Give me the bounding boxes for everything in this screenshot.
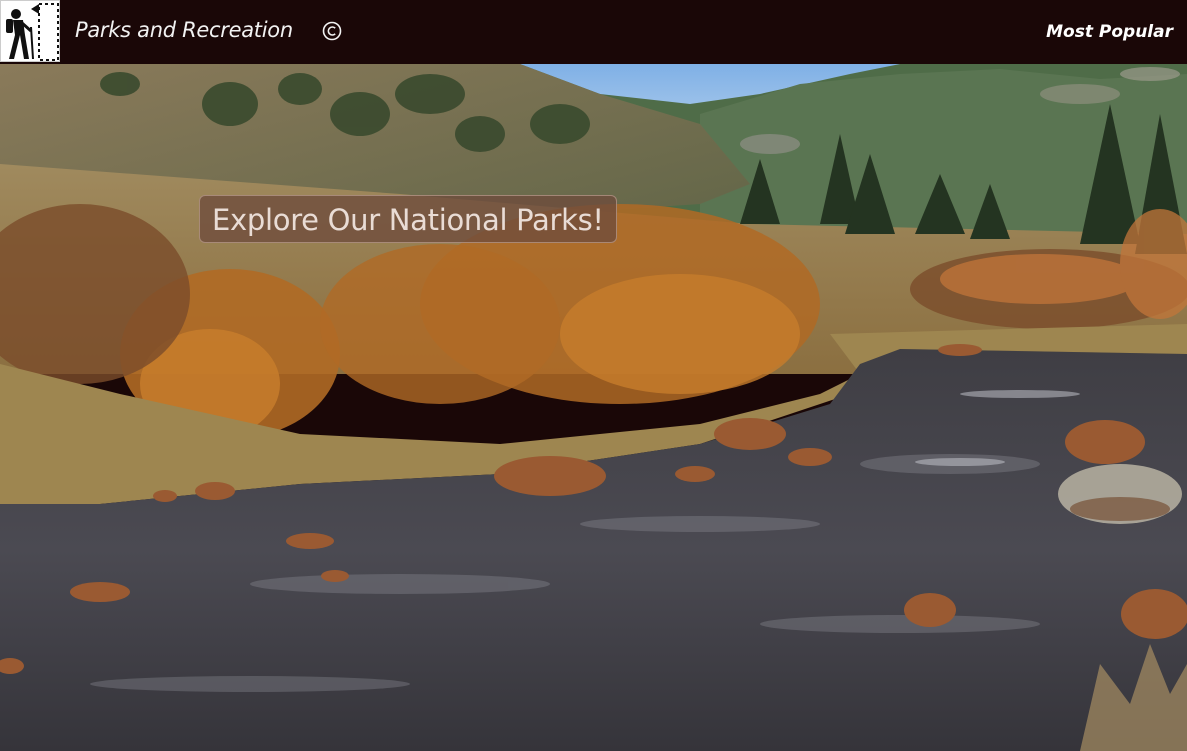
hero-background: Explore Our National Parks! [0,64,1187,751]
brand-title[interactable]: Parks and Recreation [75,18,293,42]
navbar: Parks and Recreation Most Popular [0,0,1187,64]
most-popular-link[interactable]: Most Popular [1046,22,1173,42]
copyright-icon [321,20,343,42]
hiker-icon[interactable] [0,0,60,62]
page: Parks and Recreation Most Popular Explor… [0,0,1187,751]
hero-title[interactable]: Explore Our National Parks! [199,195,617,243]
